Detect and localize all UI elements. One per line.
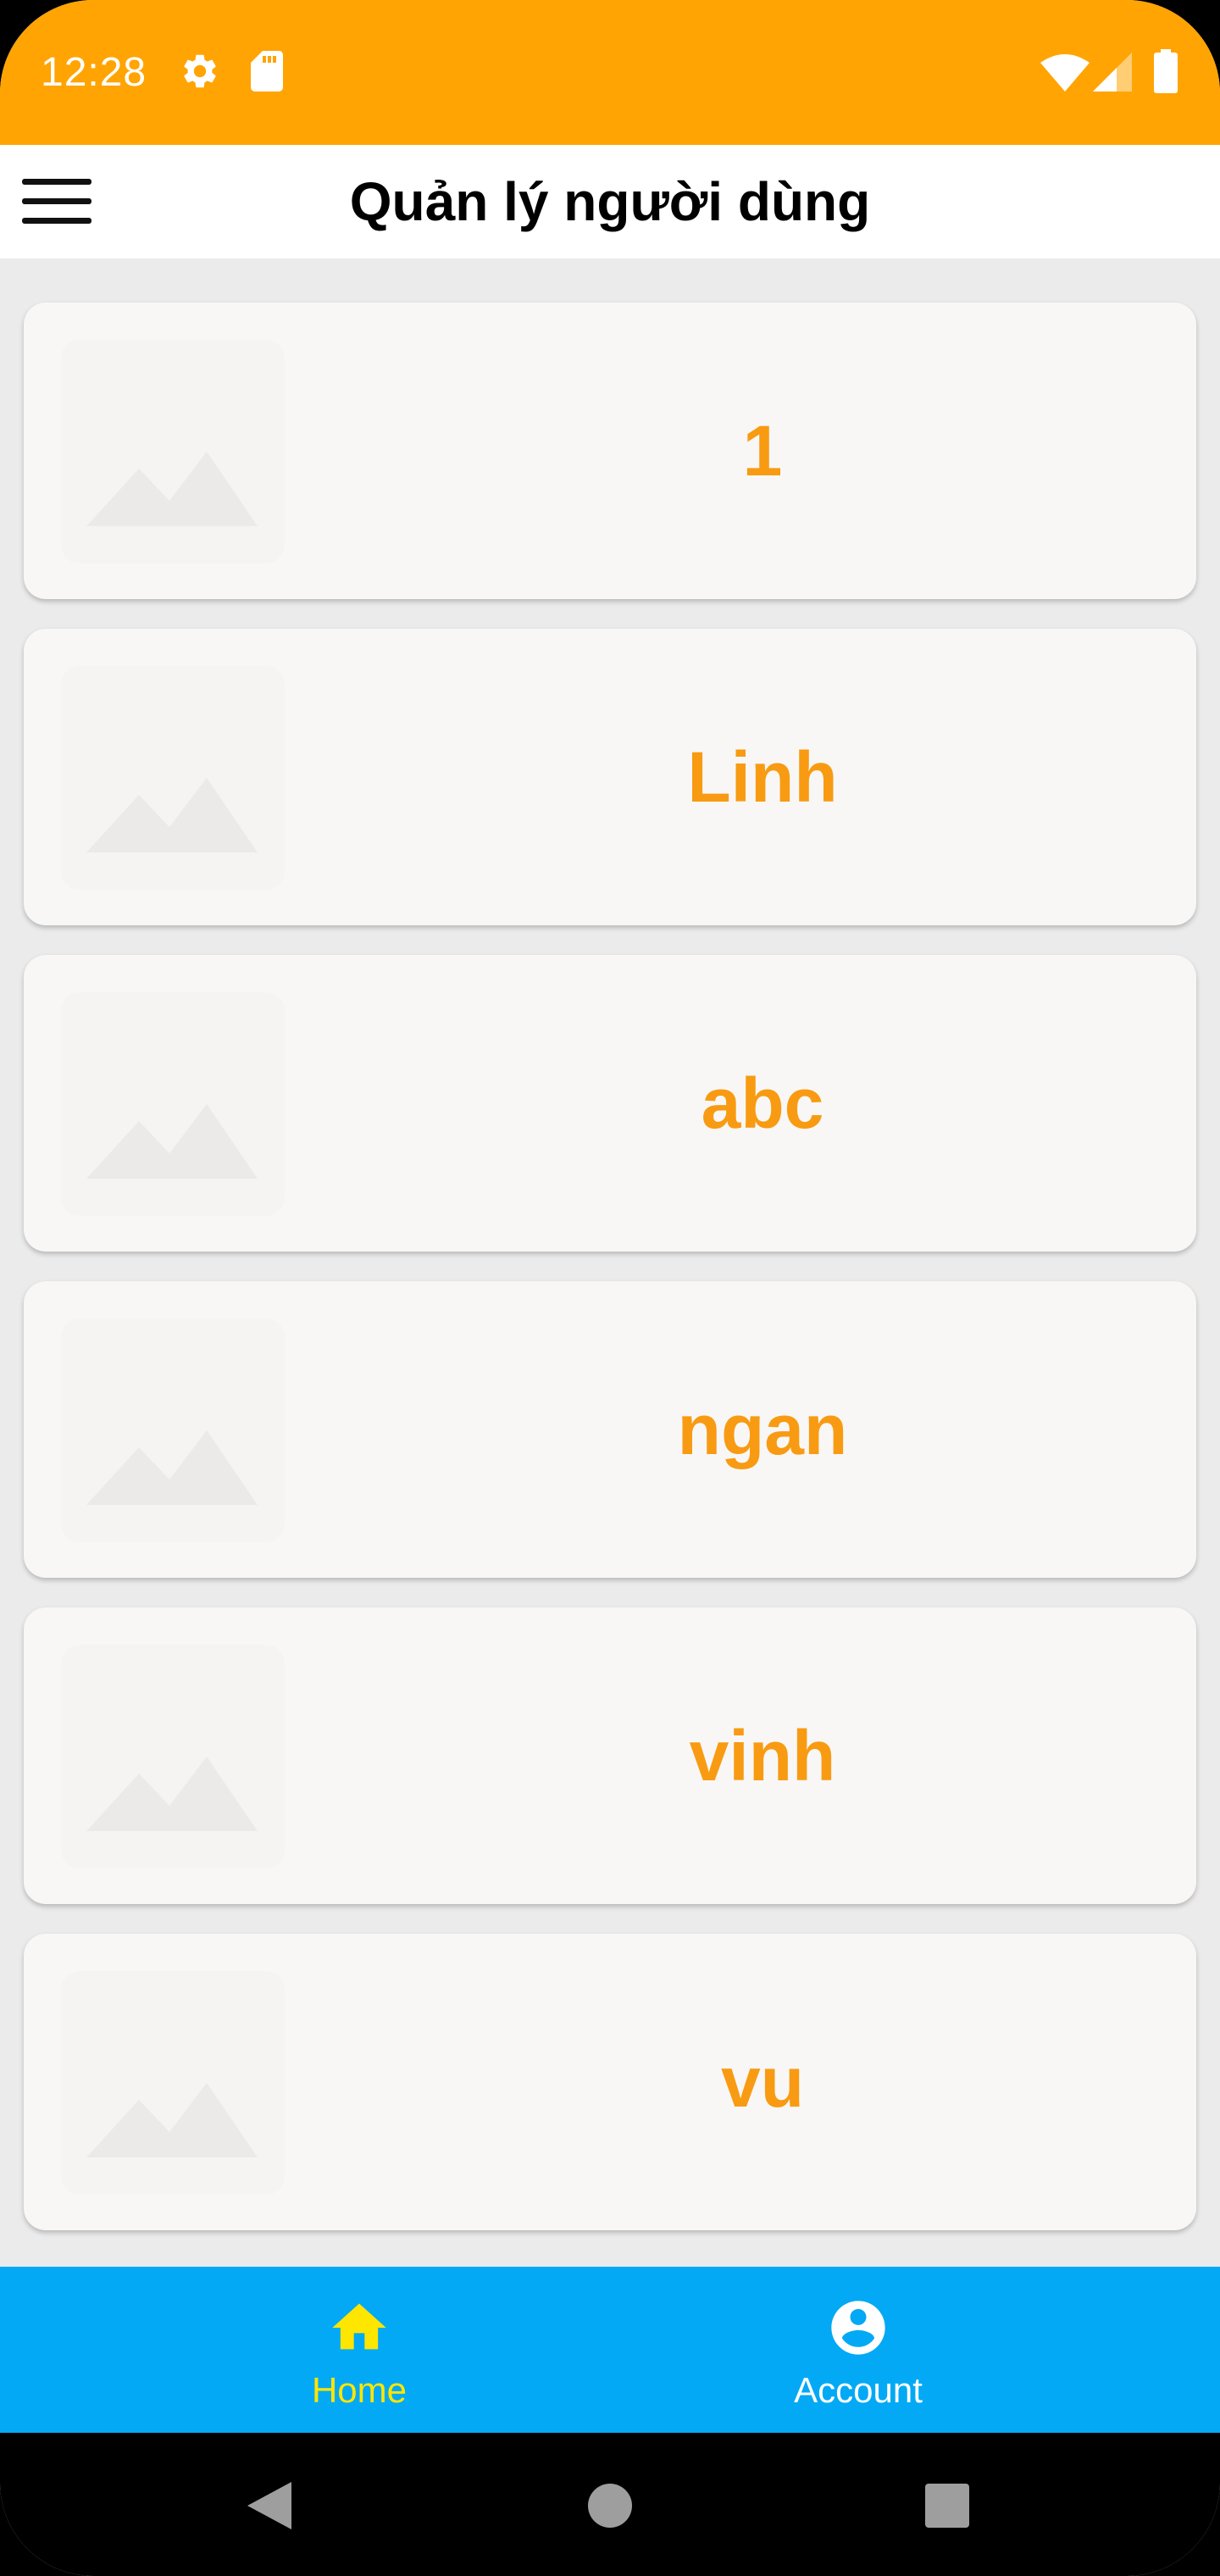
user-name: Linh xyxy=(687,736,838,817)
user-name: vu xyxy=(720,2041,805,2122)
user-card[interactable]: abc xyxy=(24,955,1196,1252)
account-circle-icon xyxy=(831,2301,885,2355)
page-title: Quản lý người dùng xyxy=(349,171,871,232)
nav-item-account[interactable]: Account xyxy=(553,2267,1163,2433)
user-card[interactable]: 1 xyxy=(24,303,1196,599)
image-placeholder-icon xyxy=(61,992,285,1216)
bottom-navigation: Home Account xyxy=(0,2267,1220,2433)
back-icon[interactable] xyxy=(244,2482,291,2529)
image-placeholder-icon xyxy=(61,340,285,564)
status-time: 12:28 xyxy=(41,50,147,95)
user-name: ngan xyxy=(677,1389,848,1469)
image-placeholder-icon xyxy=(61,1645,285,1868)
image-placeholder-icon xyxy=(61,1971,285,2195)
sd-card-icon xyxy=(251,51,283,92)
user-name: vinh xyxy=(689,1715,836,1796)
user-card[interactable]: Linh xyxy=(24,629,1196,925)
image-placeholder-icon xyxy=(61,1319,285,1542)
image-placeholder-icon xyxy=(61,666,285,890)
phone-screen: 12:28 Quản lý người dùng 1 Linh abc ngan… xyxy=(0,0,1220,2576)
home-icon xyxy=(332,2303,386,2350)
system-navigation-bar xyxy=(0,2433,1220,2576)
nav-label-account: Account xyxy=(794,2370,923,2410)
gear-icon xyxy=(184,54,216,88)
user-card[interactable]: vinh xyxy=(24,1607,1196,1904)
status-bar: 12:28 xyxy=(0,0,1220,145)
wifi-icon xyxy=(1040,54,1090,92)
user-list[interactable]: 1 Linh abc ngan vinh vu xyxy=(0,258,1220,2267)
recents-square-icon[interactable] xyxy=(925,2484,969,2528)
user-card[interactable]: ngan xyxy=(24,1281,1196,1578)
signal-icon xyxy=(1093,53,1132,92)
home-circle-icon[interactable] xyxy=(588,2484,632,2528)
app-bar: Quản lý người dùng xyxy=(0,145,1220,258)
battery-icon xyxy=(1154,49,1178,93)
user-name: abc xyxy=(701,1063,824,1143)
user-card[interactable]: vu xyxy=(24,1934,1196,2230)
user-name: 1 xyxy=(742,410,783,491)
